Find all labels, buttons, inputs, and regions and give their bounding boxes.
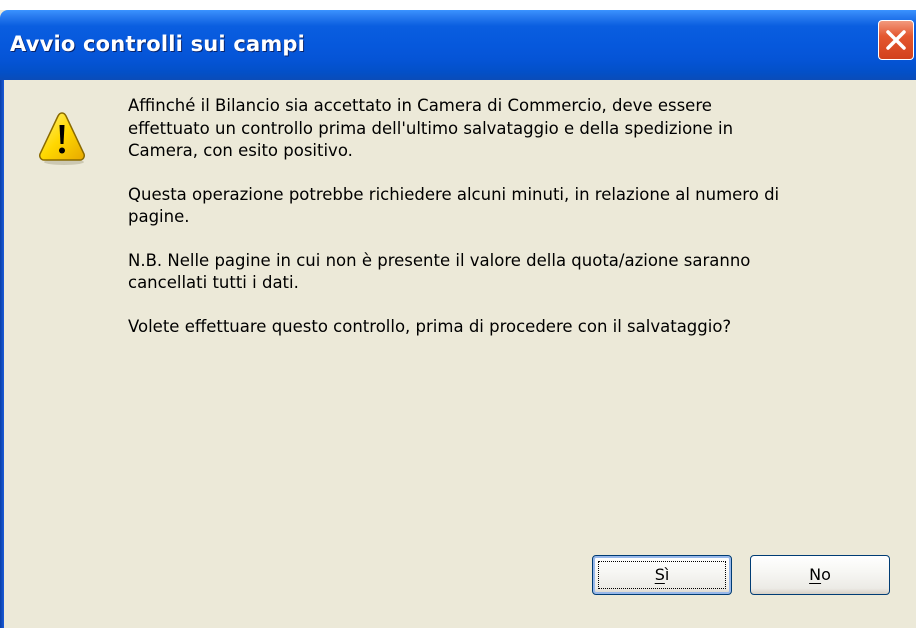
window-left-border: [0, 80, 4, 628]
no-label-rest: o: [821, 565, 831, 584]
dialog-title: Avvio controlli sui campi: [10, 32, 306, 56]
warning-icon: [39, 112, 85, 165]
message-paragraph: Volete effettuare questo controllo, prim…: [128, 316, 732, 336]
message-paragraph: Affinché il Bilancio sia accettato in Ca…: [128, 96, 734, 160]
message-paragraph: Questa operazione potrebbe richiedere al…: [128, 184, 780, 227]
message-text: Affinché il Bilancio sia accettato in Ca…: [128, 95, 888, 359]
message-paragraph: N.B. Nelle pagine in cui non è presente …: [128, 250, 751, 293]
close-icon: [886, 30, 906, 50]
no-button[interactable]: No: [750, 555, 890, 595]
yes-button[interactable]: Sì: [592, 555, 732, 595]
dialog-window: Avvio controlli sui campi Affinché il Bi…: [0, 10, 916, 628]
title-bar[interactable]: Avvio controlli sui campi: [0, 10, 916, 80]
no-mnemonic: N: [809, 565, 822, 584]
yes-mnemonic: S: [654, 565, 665, 584]
yes-label-rest: ì: [664, 565, 670, 584]
close-button[interactable]: [878, 20, 914, 60]
